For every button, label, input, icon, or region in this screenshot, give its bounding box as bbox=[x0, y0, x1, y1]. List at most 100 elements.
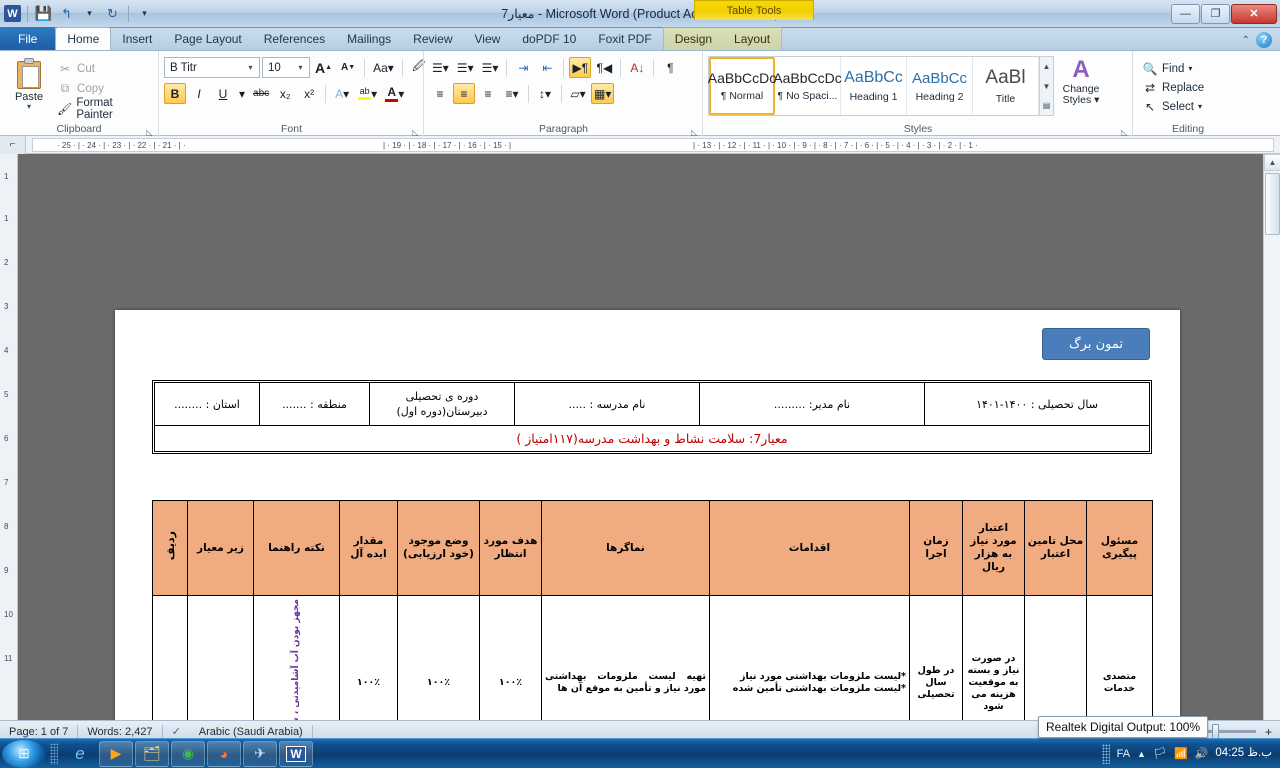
criteria-table[interactable]: مسئول پیگیری محل تامین اعتبار اعتبار مور… bbox=[152, 500, 1153, 728]
firefox-icon[interactable]: ◕ bbox=[207, 740, 241, 767]
chevron-down-icon[interactable]: ▾ bbox=[27, 103, 31, 111]
tab-foxit-pdf[interactable]: Foxit PDF bbox=[587, 28, 662, 50]
font-size-combo[interactable]: 10 ▾ bbox=[262, 57, 310, 78]
justify-button[interactable]: ≡ ▾ bbox=[501, 83, 523, 104]
paragraph-dialog-launcher-icon[interactable]: ◺ bbox=[690, 126, 699, 137]
signal-icon[interactable]: 📶 bbox=[1174, 747, 1188, 760]
table-row[interactable]: متصدی خدمات در صورت نیاز و بسته به موقعی… bbox=[152, 595, 1153, 728]
language-bar[interactable]: FA bbox=[1117, 748, 1130, 760]
align-right-button[interactable]: ≡ bbox=[477, 83, 499, 104]
scroll-down-icon[interactable]: ▼ bbox=[1040, 77, 1053, 96]
ltr-text-direction-button[interactable]: ¶ ◀ bbox=[593, 57, 615, 78]
restore-button[interactable]: ❐ bbox=[1201, 3, 1230, 24]
vertical-ruler[interactable]: 1 1 2 3 4 5 6 7 8 9 10 11 bbox=[0, 154, 18, 728]
file-explorer-icon[interactable]: 🗂 bbox=[135, 740, 169, 767]
redo-icon[interactable]: ↻ bbox=[103, 4, 122, 23]
underline-dropdown-icon[interactable]: ▾ bbox=[236, 83, 248, 104]
ribbon-help-area[interactable]: ⌃ ? bbox=[1242, 32, 1280, 50]
network-icon[interactable]: 🏳 bbox=[1153, 747, 1167, 760]
tab-layout[interactable]: Layout bbox=[723, 28, 781, 50]
tab-insert[interactable]: Insert bbox=[111, 28, 163, 50]
paste-button[interactable]: Paste ▾ bbox=[5, 56, 53, 111]
format-painter-button[interactable]: 🖌 Format Painter bbox=[53, 97, 153, 121]
numbering-button[interactable]: ☰ ▾ bbox=[454, 57, 477, 78]
microsoft-word-icon[interactable]: W bbox=[279, 740, 313, 767]
styles-gallery[interactable]: AaBbCcDc ¶ Normal AaBbCcDc ¶ No Spaci...… bbox=[708, 56, 1054, 116]
quick-access-toolbar[interactable]: W 💾 ↰ ▾ ↻ ▾ bbox=[0, 4, 154, 23]
clipboard-dialog-launcher-icon[interactable]: ◺ bbox=[145, 126, 154, 137]
chevron-down-icon[interactable]: ▾ bbox=[244, 63, 257, 72]
help-icon[interactable]: ? bbox=[1256, 32, 1272, 48]
italic-button[interactable]: I bbox=[188, 83, 210, 104]
window-controls[interactable]: — ❐ ✕ bbox=[1171, 3, 1280, 24]
internet-explorer-icon[interactable]: e bbox=[63, 741, 97, 767]
shading-button[interactable]: ▱ ▾ bbox=[567, 83, 589, 104]
change-styles-button[interactable]: A Change Styles ▾ bbox=[1054, 56, 1108, 106]
style-item-no-spacing[interactable]: AaBbCcDc ¶ No Spaci... bbox=[773, 57, 842, 115]
multilevel-list-button[interactable]: ☰ ▾ bbox=[479, 57, 502, 78]
replace-button[interactable]: ⇄ Replace bbox=[1138, 78, 1208, 97]
taskbar[interactable]: ⊞ e ▶ 🗂 ◉ ◕ ✈ W FA ▲ 🏳 📶 🔊 04:25 ب.ظ bbox=[0, 738, 1280, 768]
style-item-heading-1[interactable]: AaBbCc Heading 1 bbox=[841, 57, 907, 115]
align-center-button[interactable]: ≡ bbox=[453, 83, 475, 104]
highlight-button[interactable]: ab ▾ bbox=[355, 83, 380, 104]
superscript-button[interactable]: x² bbox=[298, 83, 320, 104]
media-player-icon[interactable]: ▶ bbox=[99, 740, 133, 767]
bullets-button[interactable]: ☰ ▾ bbox=[429, 57, 452, 78]
tab-file[interactable]: File bbox=[0, 27, 56, 50]
tab-dopdf[interactable]: doPDF 10 bbox=[511, 28, 587, 50]
decrease-indent-button[interactable]: ⇥ bbox=[512, 57, 534, 78]
cut-button[interactable]: ✂ Cut bbox=[53, 59, 153, 78]
minimize-ribbon-icon[interactable]: ⌃ bbox=[1242, 35, 1250, 46]
tab-review[interactable]: Review bbox=[402, 28, 463, 50]
customize-qat-icon[interactable]: ▾ bbox=[135, 4, 154, 23]
show-formatting-marks-button[interactable]: ¶ bbox=[659, 57, 681, 78]
tab-page-layout[interactable]: Page Layout bbox=[163, 28, 252, 50]
strikethrough-button[interactable]: abc bbox=[250, 83, 272, 104]
line-spacing-button[interactable]: ↕ ▾ bbox=[534, 83, 556, 104]
clock[interactable]: 04:25 ب.ظ bbox=[1215, 747, 1272, 760]
underline-button[interactable]: U bbox=[212, 83, 234, 104]
chevron-down-icon[interactable]: ▾ bbox=[294, 63, 307, 72]
tab-view[interactable]: View bbox=[464, 28, 512, 50]
undo-icon[interactable]: ↰ bbox=[57, 4, 76, 23]
borders-button[interactable]: ▦ ▾ bbox=[591, 83, 615, 104]
font-color-button[interactable]: A ▾ bbox=[382, 83, 407, 104]
more-styles-icon[interactable]: ▤ bbox=[1040, 96, 1053, 115]
start-button-icon[interactable]: ⊞ bbox=[2, 739, 46, 768]
styles-gallery-scrollbar[interactable]: ▲ ▼ ▤ bbox=[1039, 57, 1053, 115]
bold-button[interactable]: B bbox=[164, 83, 186, 104]
save-icon[interactable]: 💾 bbox=[34, 4, 53, 23]
sort-button[interactable]: A↓ bbox=[626, 57, 648, 78]
scroll-up-icon[interactable]: ▲ bbox=[1264, 154, 1280, 171]
rtl-text-direction-button[interactable]: ▶ ¶ bbox=[569, 57, 592, 78]
word-logo-icon[interactable]: W bbox=[4, 5, 21, 22]
scrollbar-thumb[interactable] bbox=[1265, 173, 1280, 235]
style-item-normal[interactable]: AaBbCcDc ¶ Normal bbox=[708, 57, 776, 115]
show-hidden-icons-icon[interactable]: ▲ bbox=[1137, 749, 1146, 759]
styles-dialog-launcher-icon[interactable]: ◺ bbox=[1120, 126, 1129, 137]
style-item-title[interactable]: AaBl Title bbox=[973, 57, 1039, 115]
tab-mailings[interactable]: Mailings bbox=[336, 28, 402, 50]
shrink-font-button[interactable]: A ▼ bbox=[337, 57, 359, 78]
copy-button[interactable]: ⧉ Copy bbox=[53, 79, 153, 98]
select-button[interactable]: ↖ Select ▾ bbox=[1138, 97, 1208, 116]
google-chrome-icon[interactable]: ◉ bbox=[171, 740, 205, 767]
vertical-scrollbar[interactable]: ▲ bbox=[1263, 154, 1280, 728]
system-tray[interactable]: FA ▲ 🏳 📶 🔊 04:25 ب.ظ bbox=[1101, 743, 1280, 764]
tab-references[interactable]: References bbox=[253, 28, 336, 50]
telegram-icon[interactable]: ✈ bbox=[243, 740, 277, 767]
style-item-heading-2[interactable]: AaBbCc Heading 2 bbox=[907, 57, 973, 115]
scroll-up-icon[interactable]: ▲ bbox=[1040, 57, 1053, 76]
grow-font-button[interactable]: A ▲ bbox=[312, 57, 335, 78]
tab-home[interactable]: Home bbox=[55, 27, 112, 50]
increase-indent-button[interactable]: ⇤ bbox=[536, 57, 558, 78]
font-name-combo[interactable]: B Titr ▾ bbox=[164, 57, 260, 78]
document-area[interactable]: ⌐ · 25 · | · 24 · | · 23 · | · 22 · | · … bbox=[0, 136, 1280, 728]
volume-icon[interactable]: 🔊 bbox=[1195, 747, 1209, 760]
zoom-slider-thumb[interactable] bbox=[1211, 724, 1219, 739]
tab-selector-button[interactable]: ⌐ bbox=[0, 136, 26, 154]
find-button[interactable]: 🔍 Find ▾ bbox=[1138, 59, 1208, 78]
horizontal-ruler[interactable]: ⌐ · 25 · | · 24 · | · 23 · | · 22 · | · … bbox=[0, 136, 1280, 154]
align-left-button[interactable]: ≡ bbox=[429, 83, 451, 104]
